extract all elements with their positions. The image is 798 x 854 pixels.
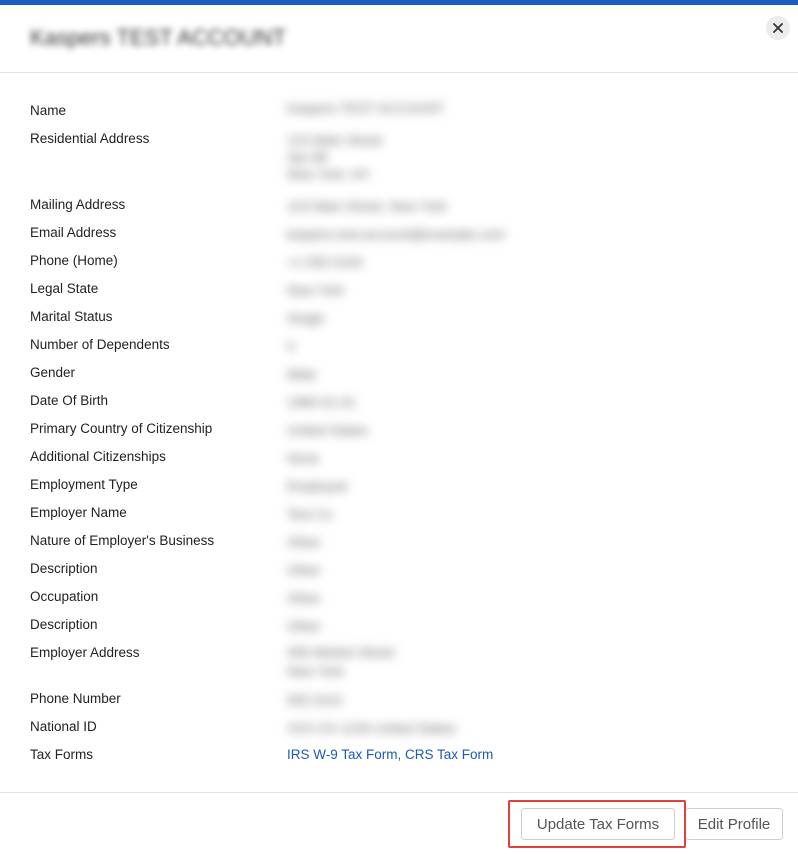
update-tax-forms-button[interactable]: Update Tax Forms: [521, 808, 675, 840]
label-gender: Gender: [30, 365, 76, 380]
modal-header: Kaspers TEST ACCOUNT: [0, 5, 798, 73]
label-employer-name: Employer Name: [30, 505, 127, 520]
close-button[interactable]: [766, 16, 790, 40]
modal-title: Kaspers TEST ACCOUNT: [30, 25, 286, 50]
label-email-address: Email Address: [30, 225, 117, 240]
value-residential-address-line-1: 123 Main Street: [287, 133, 383, 148]
value-phone-home: +1 555 0100: [287, 255, 363, 270]
value-mailing-address: 123 Main Street, New York: [287, 199, 447, 214]
value-employer-name: Test Co: [287, 507, 333, 522]
value-employment-type: Employed: [287, 479, 348, 494]
label-employment-type: Employment Type: [30, 477, 138, 492]
label-occupation: Occupation: [30, 589, 99, 604]
value-residential-address-line-3: New York, NY: [287, 167, 371, 182]
label-national-id: National ID: [30, 719, 97, 734]
label-phone-home: Phone (Home): [30, 253, 118, 268]
label-phone-number: Phone Number: [30, 691, 121, 706]
value-marital-status: Single: [287, 311, 325, 326]
value-date-of-birth: 1980-01-01: [287, 395, 357, 410]
value-employer-address-line-1: 456 Market Street: [287, 645, 395, 660]
tax-forms-link[interactable]: IRS W-9 Tax Form, CRS Tax Form: [287, 747, 493, 763]
label-marital-status: Marital Status: [30, 309, 113, 324]
value-description-2: Other: [287, 619, 321, 634]
value-additional-citizenships: None: [287, 451, 320, 466]
label-legal-state: Legal State: [30, 281, 99, 296]
value-primary-citizenship: United States: [287, 423, 369, 438]
value-name: Kaspers TEST ACCOUNT: [287, 101, 445, 116]
label-date-of-birth: Date Of Birth: [30, 393, 109, 408]
value-residential-address-line-2: Apt 4B: [287, 150, 328, 165]
value-occupation: Other: [287, 591, 321, 606]
modal-footer: [0, 792, 798, 854]
label-tax-forms: Tax Forms: [30, 747, 94, 762]
label-description-1: Description: [30, 561, 98, 576]
label-employer-business: Nature of Employer's Business: [30, 533, 215, 548]
label-primary-citizenship: Primary Country of Citizenship: [30, 421, 213, 436]
value-number-of-dependents: 0: [287, 339, 295, 354]
value-employer-business: Other: [287, 535, 321, 550]
value-description-1: Other: [287, 563, 321, 578]
value-phone-number: 555 0101: [287, 693, 344, 708]
value-email-address: kaspers.test.account@example.com: [287, 227, 505, 242]
value-legal-state: New York: [287, 283, 345, 298]
edit-profile-button[interactable]: Edit Profile: [685, 808, 783, 840]
label-residential-address: Residential Address: [30, 131, 150, 146]
value-national-id: XXX-XX-1234 United States: [287, 721, 456, 736]
label-additional-citizenships: Additional Citizenships: [30, 449, 166, 464]
label-employer-address: Employer Address: [30, 645, 140, 660]
label-number-of-dependents: Number of Dependents: [30, 337, 170, 352]
close-icon: [773, 23, 783, 33]
value-gender: Male: [287, 367, 317, 382]
label-mailing-address: Mailing Address: [30, 197, 126, 212]
label-description-2: Description: [30, 617, 98, 632]
label-name: Name: [30, 103, 67, 118]
value-employer-address-line-2: New York: [287, 664, 345, 679]
